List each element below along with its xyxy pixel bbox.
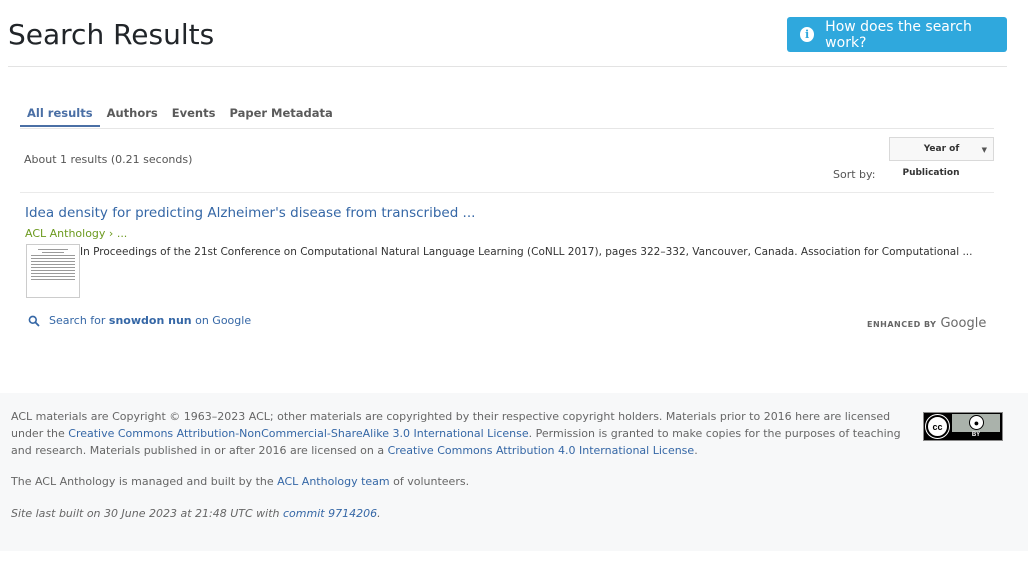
footer-copyright: ACL materials are Copyright © 1963–2023 … [11, 410, 901, 457]
sort-label: Sort by: [833, 168, 876, 181]
result-tabs: All results Authors Events Paper Metadat… [20, 100, 340, 127]
info-icon: i [800, 27, 815, 42]
commit-link[interactable]: commit 9714206 [283, 507, 377, 520]
result-url: ACL Anthology › ... [25, 227, 128, 240]
google-search-prefix: Search for [49, 314, 106, 327]
search-help-label: How does the search work? [825, 18, 972, 51]
chevron-down-icon: ▼ [981, 146, 987, 154]
tab-events[interactable]: Events [165, 100, 223, 127]
acl-anthology-team-link[interactable]: ACL Anthology team [277, 475, 389, 488]
license-cc-by-link[interactable]: Creative Commons Attribution 4.0 Interna… [388, 444, 695, 457]
google-logo: Google [940, 316, 987, 331]
enhanced-by-google: ENHANCED BY Google [867, 316, 986, 331]
results-divider [20, 192, 994, 193]
tab-all-results[interactable]: All results [20, 100, 100, 127]
tabs-divider [20, 128, 994, 129]
google-search-query: snowdon nun [108, 314, 192, 327]
search-on-google-link[interactable]: Search for snowdon nun on Google [28, 314, 251, 327]
result-title-link[interactable]: Idea density for predicting Alzheimer's … [25, 205, 475, 221]
page-title: Search Results [8, 18, 215, 51]
tab-authors[interactable]: Authors [100, 100, 165, 127]
footer-managed: The ACL Anthology is managed and built b… [11, 475, 470, 488]
search-help-button[interactable]: i How does the search work? [787, 17, 1007, 52]
result-thumbnail[interactable] [26, 244, 80, 298]
cc-icon: cc [925, 414, 950, 439]
tab-paper-metadata[interactable]: Paper Metadata [222, 100, 339, 127]
search-icon [28, 315, 40, 327]
footer: ACL materials are Copyright © 1963–2023 … [0, 393, 1028, 551]
footer-build-info: Site last built on 30 June 2023 at 21:48… [11, 507, 381, 520]
sort-select[interactable]: Year of ▼ [889, 137, 994, 161]
person-icon: ● [969, 415, 984, 430]
result-count: About 1 results (0.21 seconds) [24, 153, 193, 166]
cc-by-panel: ● BY [952, 414, 1000, 439]
result-snippet: In Proceedings of the 21st Conference on… [80, 246, 973, 258]
license-cc-by-nc-sa-link[interactable]: Creative Commons Attribution-NonCommerci… [68, 427, 528, 440]
sort-select-value: Year of [923, 144, 960, 154]
header-divider [8, 66, 1007, 67]
cc-license-badge[interactable]: cc ● BY [923, 412, 1003, 441]
enhanced-by-label: ENHANCED BY [867, 320, 937, 329]
sort-select-value-continued: Publication [902, 168, 960, 178]
google-search-suffix: on Google [195, 314, 252, 327]
cc-by-label: BY [952, 432, 1000, 439]
